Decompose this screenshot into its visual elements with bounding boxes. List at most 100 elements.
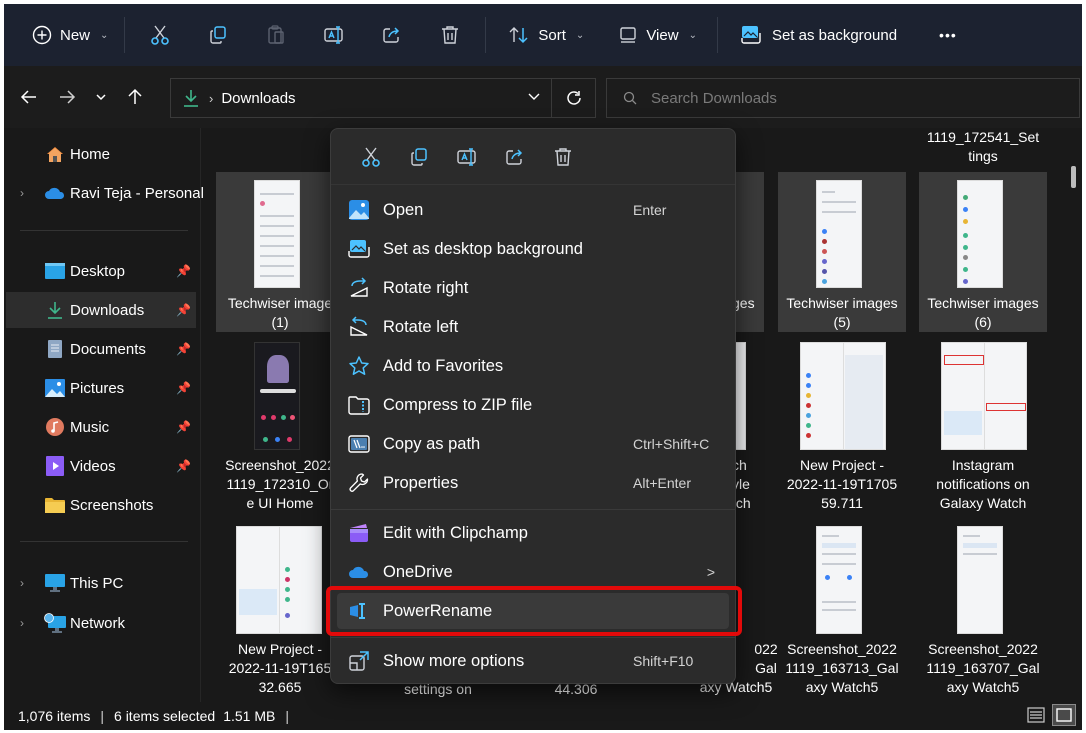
file-name: Techwiser images (5) [786,295,898,330]
file-tile[interactable]: ges [732,172,764,332]
rotate-right-icon [347,276,371,300]
file-tile[interactable]: Screenshot_2022 1119_172310_Or e UI Home [216,338,344,511]
view-toggle [1024,704,1076,726]
sidebar-item-music[interactable]: Music 📌 [6,409,196,445]
sidebar-item-downloads[interactable]: Downloads 📌 [6,292,196,328]
share-button[interactable] [363,15,421,55]
menu-item-edit-with-clipchamp[interactable]: Edit with Clipchamp [337,515,729,551]
large-icons-view-icon [1056,708,1072,722]
scrollbar-thumb[interactable] [1071,166,1076,188]
image-thumbnail [816,180,862,288]
menu-item-compress-zip[interactable]: Compress to ZIP file [337,387,729,423]
ctx-rename-button[interactable] [443,139,491,175]
delete-button[interactable] [421,15,479,55]
view-button[interactable]: View ⌄ [608,15,707,55]
menu-item-onedrive[interactable]: OneDrive > [337,554,729,590]
address-bar[interactable]: › Downloads [170,78,596,118]
sort-button[interactable]: Sort ⌄ [498,15,594,55]
sidebar-item-screenshots[interactable]: Screenshots [6,487,196,523]
pin-icon[interactable]: 📌 [176,264,191,278]
forward-button[interactable] [48,79,86,115]
command-bar: New ⌄ Sort ⌄ View ⌄ Set as background ••… [4,4,1082,66]
status-bar: 1,076 items | 6 items selected 1.51 MB | [4,702,1082,730]
details-view-icon [1027,707,1045,723]
recent-locations-button[interactable] [86,79,116,115]
shortcut-text: Enter [633,202,667,218]
see-more-button[interactable]: ••• [929,15,967,55]
breadcrumb-chevron-icon: › [209,90,214,106]
menu-item-add-to-favorites[interactable]: Add to Favorites [337,348,729,384]
file-name: New Project -2022-11-19T165 32.665 [228,641,332,695]
sidebar-item-home[interactable]: Home [6,136,196,172]
breadcrumb-downloads[interactable]: Downloads [221,90,295,107]
expand-chevron-icon[interactable]: › [20,186,24,200]
status-separator: | [285,708,289,724]
file-tile[interactable]: New Project -2022-11-19T1705 59.711 [778,338,906,511]
pin-icon[interactable]: 📌 [176,420,191,434]
ctx-delete-button[interactable] [539,139,587,175]
network-icon [44,612,66,634]
partial-file-name: 1119_172541_Set tings [926,129,1040,164]
copy-button[interactable] [189,15,247,55]
pin-icon[interactable]: 📌 [176,459,191,473]
ctx-cut-button[interactable] [347,139,395,175]
sidebar-item-onedrive[interactable]: › Ravi Teja - Personal [6,175,204,211]
set-as-background-button[interactable]: Set as background [730,15,907,55]
large-icons-view-button[interactable] [1052,704,1076,726]
refresh-button[interactable] [551,78,595,118]
menu-item-properties[interactable]: Properties Alt+Enter [337,465,729,501]
sidebar-item-pictures[interactable]: Pictures 📌 [6,370,196,406]
share-icon [383,27,400,43]
expand-chevron-icon[interactable]: › [20,576,24,590]
paste-button[interactable] [247,15,305,55]
back-button[interactable] [10,79,48,115]
shortcut-text: Ctrl+Shift+C [633,436,710,452]
file-name: Screenshot_2022 1119_163713_Gal axy Watch5 [785,641,899,695]
menu-item-show-more-options[interactable]: Show more options Shift+F10 [337,643,729,679]
address-history-button[interactable] [527,89,541,108]
vertical-scrollbar[interactable] [1068,128,1082,702]
rename-button[interactable] [305,15,363,55]
file-tile[interactable]: Screenshot_2022 1119_163713_Gal axy Watch5 [778,522,906,695]
search-input[interactable] [651,89,1051,107]
new-button[interactable]: New ⌄ [22,15,118,55]
menu-item-copy-as-path[interactable]: Copy as path Ctrl+Shift+C [337,426,729,462]
menu-item-rotate-left[interactable]: Rotate left [337,309,729,345]
details-view-button[interactable] [1024,704,1048,726]
toolbar-divider [485,17,487,53]
file-tile[interactable]: Techwiser images (6) [919,172,1047,332]
pin-icon[interactable]: 📌 [176,381,191,395]
sidebar-item-this-pc[interactable]: › This PC [6,565,196,601]
menu-item-set-desktop-background[interactable]: Set as desktop background [337,231,729,267]
file-name: Techwiser images (6) [927,295,1039,330]
selected-count: 6 items selected [114,708,216,724]
pin-icon[interactable]: 📌 [176,303,191,317]
sidebar-item-network[interactable]: › Network [6,605,196,641]
expand-chevron-icon[interactable]: › [20,616,24,630]
ctx-copy-button[interactable] [395,139,443,175]
file-name: New Project -2022-11-19T1705 59.711 [786,457,898,511]
cut-button[interactable] [131,15,189,55]
menu-item-rotate-right[interactable]: Rotate right [337,270,729,306]
item-count: 1,076 items [18,708,91,724]
file-tile[interactable]: Techwiser images (5) [778,172,906,332]
file-tile[interactable]: Techwiser image (1) [216,172,344,332]
sidebar-item-videos[interactable]: Videos 📌 [6,448,196,484]
ctx-share-button[interactable] [491,139,539,175]
sidebar-item-documents[interactable]: Documents 📌 [6,331,196,367]
status-separator: | [100,708,105,724]
sidebar-item-desktop[interactable]: Desktop 📌 [6,253,196,289]
up-button[interactable] [116,79,154,115]
file-tile[interactable]: Instagram notifications on Galaxy Watch [919,338,1047,511]
file-tile[interactable]: Screenshot_2022 1119_163707_Gal axy Watch5 [919,522,1047,695]
menu-item-open[interactable]: Open Enter [337,192,729,228]
search-box[interactable] [606,78,1080,118]
pane-divider[interactable] [200,128,201,702]
file-tile[interactable]: New Project -2022-11-19T165 32.665 [216,522,344,695]
music-icon [44,416,66,438]
pin-icon[interactable]: 📌 [176,342,191,356]
navigation-pane: Home › Ravi Teja - Personal Desktop 📌 Do… [4,128,204,702]
chevron-down-icon [528,93,540,100]
share-icon [506,148,523,165]
file-tile[interactable]: ch yle tch [732,338,764,511]
